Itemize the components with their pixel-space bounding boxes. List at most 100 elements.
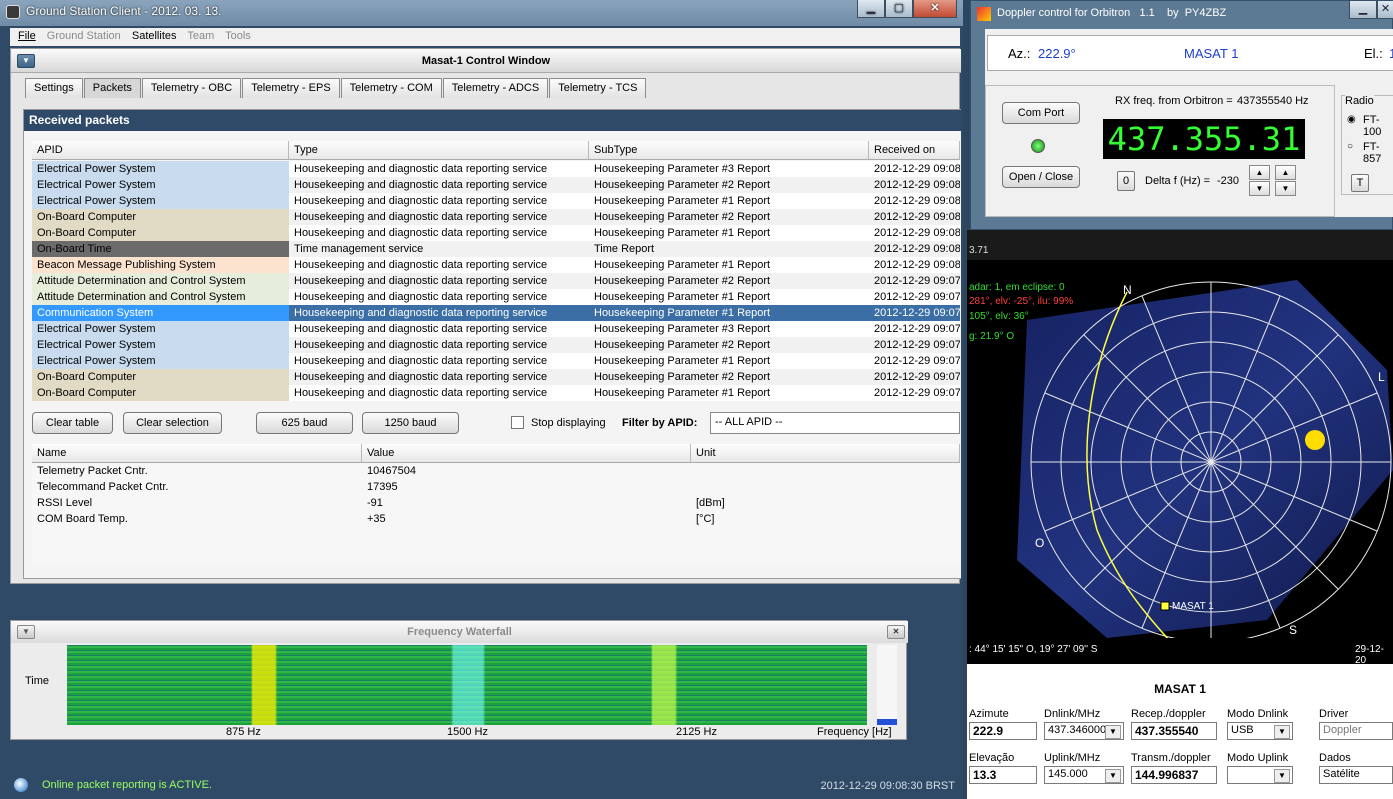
- delta-up-button[interactable]: ▲: [1249, 165, 1270, 180]
- minimize-button[interactable]: ▁: [857, 0, 885, 18]
- stop-displaying-checkbox[interactable]: [511, 416, 524, 429]
- doppler-control-window: Doppler control for Orbitron 1.1 by PY4Z…: [970, 0, 1393, 230]
- table-row[interactable]: RSSI Level -91 [dBm]: [32, 495, 960, 511]
- uplink-select[interactable]: 145.000: [1044, 766, 1124, 784]
- status-bar: Online packet reporting is ACTIVE. 2012-…: [0, 772, 963, 799]
- window-title-bar[interactable]: Ground Station Client - 2012. 03. 13. ▁ …: [0, 0, 963, 26]
- table-row[interactable]: Telecommand Packet Cntr. 17395: [32, 479, 960, 495]
- cell-apid: Electrical Power System: [32, 353, 289, 369]
- driver-label: Driver: [1319, 708, 1349, 720]
- baud-1250-button[interactable]: 1250 baud: [362, 412, 459, 434]
- table-row[interactable]: On-Board Computer Housekeeping and diagno…: [32, 369, 960, 385]
- modo-dnlink-select[interactable]: USB: [1227, 722, 1293, 740]
- tab-telemetry-com[interactable]: Telemetry - COM: [340, 78, 442, 98]
- table-row[interactable]: Electrical Power System Housekeeping and …: [32, 337, 960, 353]
- col-value[interactable]: Value: [362, 444, 691, 462]
- table-row[interactable]: Electrical Power System Housekeeping and …: [32, 193, 960, 209]
- col-apid[interactable]: APID: [32, 141, 289, 159]
- table-row[interactable]: Electrical Power System Housekeeping and …: [32, 321, 960, 337]
- menu-tools[interactable]: Tools: [225, 30, 251, 42]
- delta-down-button[interactable]: ▼: [1249, 181, 1270, 196]
- chevron-down-icon[interactable]: ▼: [17, 54, 35, 68]
- cell-apid: Electrical Power System: [32, 321, 289, 337]
- cell-apid: Electrical Power System: [32, 161, 289, 177]
- t-button[interactable]: T: [1351, 174, 1369, 192]
- dados-field[interactable]: Satélite: [1319, 766, 1393, 784]
- tick-875: 875 Hz: [226, 726, 261, 738]
- close-icon[interactable]: ✕: [887, 625, 905, 639]
- chevron-down-icon[interactable]: ▼: [17, 625, 35, 639]
- driver-field[interactable]: Doppler: [1319, 722, 1393, 740]
- doppler-close-button[interactable]: ✕: [1377, 1, 1393, 19]
- table-row[interactable]: On-Board Computer Housekeeping and diagno…: [32, 385, 960, 401]
- cell-type: Housekeeping and diagnostic data reporti…: [294, 307, 548, 319]
- clear-table-button[interactable]: Clear table: [32, 412, 113, 434]
- col-subtype[interactable]: SubType: [589, 141, 869, 159]
- delta-down-fast-button[interactable]: ▼: [1275, 181, 1296, 196]
- baud-625-button[interactable]: 625 baud: [256, 412, 353, 434]
- table-row[interactable]: On-Board Computer Housekeeping and diagno…: [32, 209, 960, 225]
- table-row[interactable]: Attitude Determination and Control Syste…: [32, 289, 960, 305]
- doppler-minimize-button[interactable]: ▁: [1349, 1, 1377, 19]
- doppler-title-bar[interactable]: Doppler control for Orbitron 1.1 by PY4Z…: [971, 1, 1393, 27]
- radar-plot[interactable]: [967, 260, 1393, 638]
- com-port-button[interactable]: Com Port: [1002, 102, 1080, 124]
- radio-group-label: Radio: [1345, 95, 1374, 107]
- table-row[interactable]: On-Board Time Time management service Time…: [32, 241, 960, 257]
- tab-settings[interactable]: Settings: [25, 78, 83, 98]
- waterfall-time-label: Time: [25, 675, 50, 687]
- col-unit[interactable]: Unit: [691, 444, 960, 462]
- transm-label: Transm./doppler: [1131, 752, 1211, 764]
- table-row[interactable]: Attitude Determination and Control Syste…: [32, 273, 960, 289]
- tab-telemetry-tcs[interactable]: Telemetry - TCS: [549, 78, 647, 98]
- modo-uplink-select[interactable]: [1227, 766, 1293, 784]
- menu-file[interactable]: File: [18, 30, 36, 42]
- cell-time: 2012-12-29 09:07: [874, 275, 960, 287]
- table-row[interactable]: Electrical Power System Housekeeping and …: [32, 353, 960, 369]
- menu-ground-station[interactable]: Ground Station: [47, 30, 121, 42]
- dnlink-select[interactable]: 437.346000: [1044, 722, 1124, 740]
- filter-apid-select[interactable]: -- ALL APID --: [710, 412, 960, 434]
- recep-field[interactable]: 437.355540: [1131, 722, 1217, 740]
- maximize-button[interactable]: ▢: [885, 0, 913, 18]
- clear-selection-button[interactable]: Clear selection: [123, 412, 222, 434]
- table-row[interactable]: Beacon Message Publishing System Housekee…: [32, 257, 960, 273]
- elevacao-field[interactable]: 13.3: [969, 766, 1037, 784]
- cell-apid: Electrical Power System: [32, 337, 289, 353]
- az-label: Az.:: [1008, 46, 1031, 61]
- col-name[interactable]: Name: [32, 444, 362, 462]
- table-row[interactable]: Electrical Power System Housekeeping and …: [32, 161, 960, 177]
- cell-subtype: Housekeeping Parameter #1 Report: [594, 387, 771, 399]
- cell-apid: On-Board Computer: [32, 369, 289, 385]
- radio-ft857-icon[interactable]: ○: [1347, 141, 1353, 152]
- table-row[interactable]: COM Board Temp. +35 [°C]: [32, 511, 960, 527]
- el-value: 1: [1389, 46, 1393, 61]
- open-close-button[interactable]: Open / Close: [1002, 166, 1080, 188]
- close-button[interactable]: ✕: [913, 0, 957, 18]
- cell-time: 2012-12-29 09:07: [874, 323, 960, 335]
- tab-telemetry-eps[interactable]: Telemetry - EPS: [242, 78, 340, 98]
- delta-up-fast-button[interactable]: ▲: [1275, 165, 1296, 180]
- zero-button[interactable]: 0: [1117, 171, 1135, 191]
- cell-time: 2012-12-29 09:07: [874, 291, 960, 303]
- table-row[interactable]: Telemetry Packet Cntr. 10467504: [32, 463, 960, 479]
- table-row[interactable]: Communication System Housekeeping and dia…: [32, 305, 960, 321]
- radio-ft100-icon[interactable]: ◉: [1347, 114, 1356, 125]
- table-row[interactable]: On-Board Computer Housekeeping and diagno…: [32, 225, 960, 241]
- menu-satellites[interactable]: Satellites: [132, 30, 177, 42]
- doppler-window-controls: ▁ ✕: [1349, 1, 1393, 19]
- transm-field[interactable]: 144.996837: [1131, 766, 1217, 784]
- uplink-label: Uplink/MHz: [1044, 752, 1101, 764]
- table-row[interactable]: Electrical Power System Housekeeping and …: [32, 177, 960, 193]
- satellite-marker-icon[interactable]: [1160, 601, 1170, 611]
- menu-team[interactable]: Team: [187, 30, 214, 42]
- azimute-field[interactable]: 222.9: [969, 722, 1037, 740]
- tab-packets[interactable]: Packets: [83, 78, 141, 98]
- cell-value: 10467504: [367, 465, 416, 477]
- cell-apid: On-Board Computer: [32, 225, 289, 241]
- col-type[interactable]: Type: [289, 141, 589, 159]
- col-received-on[interactable]: Received on: [869, 141, 960, 159]
- tab-telemetry-obc[interactable]: Telemetry - OBC: [141, 78, 242, 98]
- dnlink-label: Dnlink/MHz: [1044, 708, 1101, 720]
- tab-telemetry-adcs[interactable]: Telemetry - ADCS: [442, 78, 549, 98]
